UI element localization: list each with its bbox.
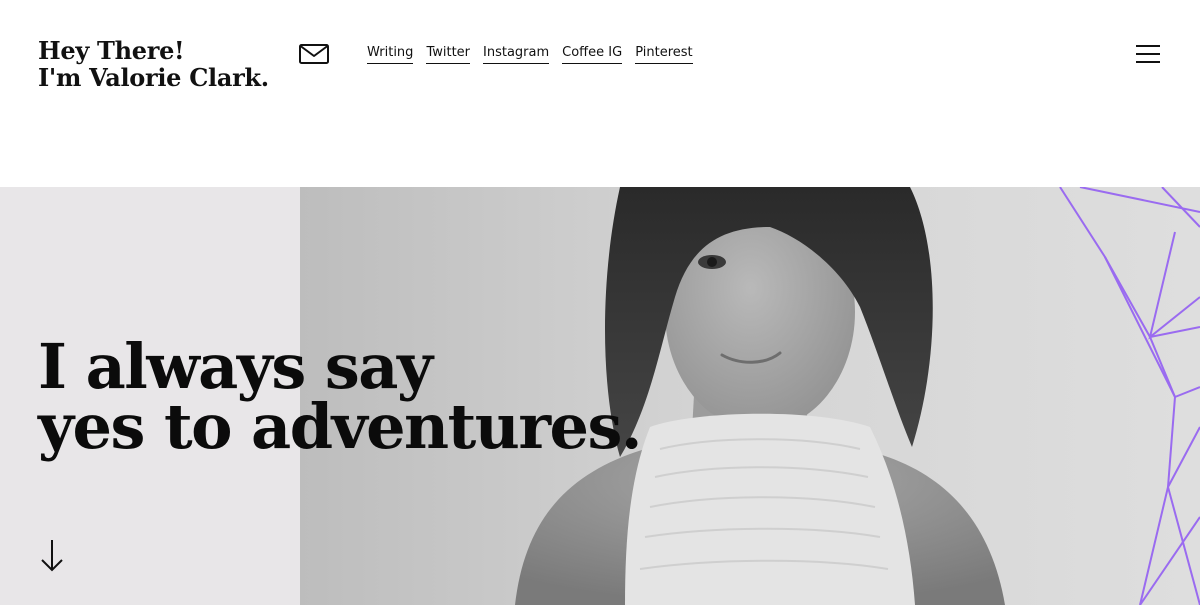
logo-line-2: I'm Valorie Clark. (38, 63, 269, 93)
hero-headline-line-2: yes to adventures. (38, 390, 642, 463)
site-logo[interactable]: Hey There! I'm Valorie Clark. (38, 36, 269, 93)
arrow-down-icon[interactable] (40, 539, 64, 573)
hero-headline-line-1: I always say (38, 330, 433, 403)
hero-headline: I always say yes to adventures. (38, 330, 642, 463)
logo-name: Valorie Clark (89, 63, 261, 92)
mail-icon[interactable] (299, 44, 329, 64)
hero-section: I always say yes to adventures. (0, 187, 1200, 605)
social-nav: Writing Twitter Instagram Coffee IG Pint… (367, 44, 693, 64)
site-header: Hey There! I'm Valorie Clark. Writing Tw… (0, 0, 1200, 187)
nav-link-twitter[interactable]: Twitter (426, 44, 471, 64)
hamburger-menu-icon[interactable] (1136, 45, 1160, 63)
logo-name-highlight: Valorie Clark (89, 63, 261, 93)
menu-bar (1136, 53, 1160, 55)
logo-line-1: Hey There! (38, 36, 185, 65)
nav-link-pinterest[interactable]: Pinterest (635, 44, 693, 64)
nav-link-coffee-ig[interactable]: Coffee IG (562, 44, 623, 64)
logo-suffix: . (260, 63, 269, 92)
nav-link-writing[interactable]: Writing (367, 44, 414, 64)
menu-bar (1136, 61, 1160, 63)
nav-link-instagram[interactable]: Instagram (483, 44, 550, 64)
menu-bar (1136, 45, 1160, 47)
logo-prefix: I'm (38, 63, 90, 92)
